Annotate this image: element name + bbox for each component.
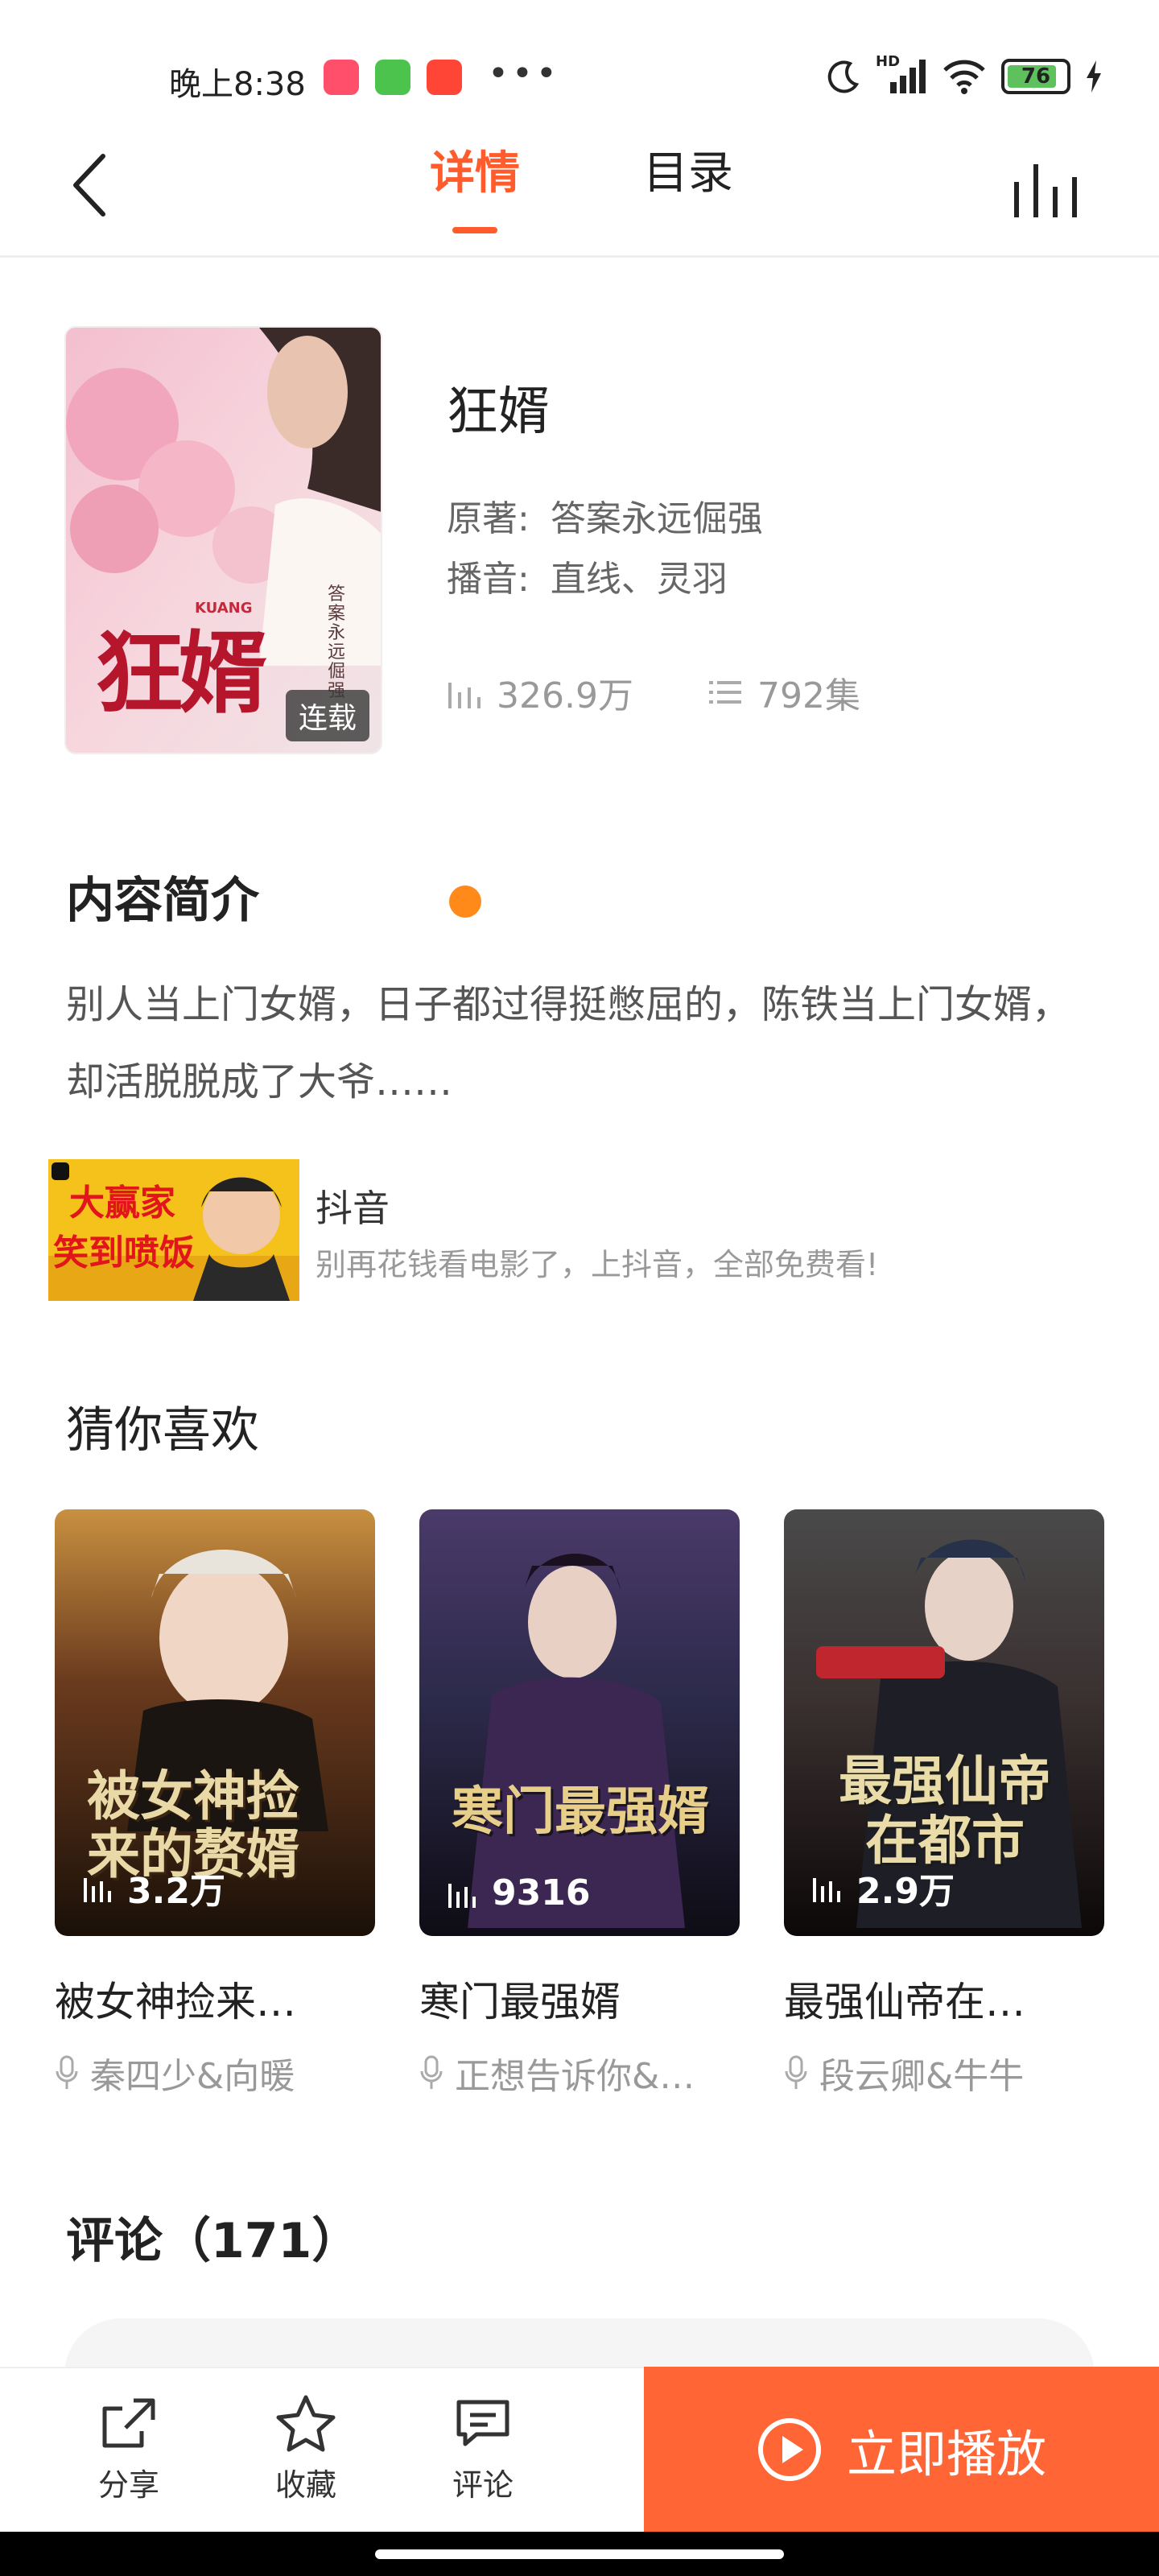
play-count-icon <box>813 1878 840 1902</box>
book-cover[interactable]: KUANG 狂婿 答案永远倔强 连载 <box>64 326 382 754</box>
narrator-label: 播音: <box>447 559 530 600</box>
comments-heading: 评论（171） <box>66 2213 361 2269</box>
author-name[interactable]: 答案永远倔强 <box>551 498 763 539</box>
charging-icon <box>1087 60 1101 93</box>
favorite-label: 收藏 <box>274 2467 336 2503</box>
play-now-button[interactable]: 立即播放 <box>644 2367 1159 2532</box>
recommend-title: 寒门最强婿 <box>419 1979 621 2025</box>
recommend-heading: 猜你喜欢 <box>66 1402 259 1459</box>
moon-icon <box>827 60 860 93</box>
comment-label: 评论 <box>452 2467 514 2503</box>
status-icons: HD 76 <box>826 53 1103 97</box>
book-author-row: 原著: 答案永远倔强 <box>447 489 763 541</box>
home-indicator[interactable] <box>375 2549 784 2559</box>
app-notification-icon <box>324 60 359 95</box>
signal-icon: HD <box>876 53 927 95</box>
ad-banner-image[interactable]: 大赢家 笑到喷饭 <box>48 1159 299 1301</box>
recommend-narrator: 段云卿&牛牛 <box>784 2047 1104 2099</box>
back-arrow-icon[interactable] <box>64 145 121 225</box>
tab-catalog-label: 目录 <box>643 147 733 200</box>
recommend-card[interactable]: 最强仙帝在都市 2.9万 最强仙帝在… 段云卿&牛牛 <box>784 1509 1104 2099</box>
episode-list-icon <box>708 681 741 704</box>
recommend-play-count: 3.2万 <box>82 1862 225 1913</box>
battery-level: 76 <box>1021 64 1051 89</box>
recommend-plays: 9316 <box>492 1872 591 1913</box>
battery-icon: 76 <box>1001 59 1070 94</box>
recommend-narrator: 秦四少&向暖 <box>55 2047 375 2099</box>
recommend-cover-title: 最强仙帝在都市 <box>839 1749 1051 1872</box>
ad-title[interactable]: 抖音 <box>316 1179 390 1232</box>
recommend-cover: 最强仙帝在都市 2.9万 <box>784 1509 1104 1936</box>
tab-catalog[interactable]: 目录 <box>636 129 740 258</box>
intro-text[interactable]: 别人当上门女婿，日子都过得挺憋屈的，陈铁当上门女婿，却活脱脱成了大爷…… <box>66 966 1104 1121</box>
microphone-icon <box>420 2055 443 2089</box>
book-narrator-row: 播音: 直线、灵羽 <box>447 550 728 601</box>
share-label: 分享 <box>97 2467 159 2503</box>
ad-banner-line1: 大赢家 <box>69 1183 175 1224</box>
recommend-card[interactable]: 被女神捡来的赘婿 3.2万 被女神捡来… 秦四少&向暖 <box>55 1509 375 2099</box>
recommend-cover: 被女神捡来的赘婿 3.2万 <box>55 1509 375 1936</box>
indicator-dot <box>449 886 481 918</box>
playing-equalizer-icon[interactable] <box>1011 155 1085 224</box>
recommend-title: 最强仙帝在… <box>784 1979 1025 2025</box>
app-notification-icon <box>375 60 410 95</box>
serial-status-badge: 连载 <box>285 690 369 741</box>
intro-heading: 内容简介 <box>66 873 259 929</box>
recommend-play-count: 2.9万 <box>811 1862 955 1913</box>
recommend-narrator: 正想告诉你&… <box>419 2047 740 2099</box>
more-notifications-icon: ••• <box>488 53 560 94</box>
cover-title: 狂婿 <box>95 621 267 725</box>
narrator-names[interactable]: 直线、灵羽 <box>551 559 728 600</box>
recommend-narrator-name: 正想告诉你&… <box>455 2056 695 2097</box>
active-tab-indicator <box>452 227 497 233</box>
play-count-icon <box>84 1878 111 1902</box>
play-circle-icon <box>757 2417 821 2481</box>
system-nav-bar <box>0 2532 1159 2576</box>
status-bar: 晚上8:38 ••• HD 76 <box>0 0 1159 137</box>
episode-count: 792集 <box>757 675 860 716</box>
comment-icon <box>456 2400 509 2446</box>
cover-author: 答案永远倔强 <box>328 584 346 701</box>
author-label: 原著: <box>447 498 530 539</box>
share-button[interactable]: 分享 <box>80 2394 177 2504</box>
tab-details-label: 详情 <box>430 147 520 200</box>
play-count-icon <box>448 1883 476 1908</box>
favorite-button[interactable]: 收藏 <box>258 2394 354 2504</box>
tab-details[interactable]: 详情 <box>419 129 531 258</box>
microphone-icon <box>785 2055 807 2089</box>
recommend-card[interactable]: 寒门最强婿 9316 寒门最强婿 正想告诉你&… <box>419 1509 740 2099</box>
recommend-play-count: 9316 <box>447 1872 590 1913</box>
play-now-label: 立即播放 <box>846 2424 1046 2483</box>
ad-banner-line2: 笑到喷饭 <box>53 1232 195 1274</box>
play-count: 326.9万 <box>497 675 633 716</box>
comment-button[interactable]: 评论 <box>435 2394 531 2504</box>
recommend-narrator-name: 秦四少&向暖 <box>90 2056 295 2097</box>
recommend-cover: 寒门最强婿 9316 <box>419 1509 740 1936</box>
recommend-plays: 3.2万 <box>127 1871 225 1912</box>
wifi-icon <box>943 60 985 94</box>
recommend-narrator-name: 段云卿&牛牛 <box>819 2056 1025 2097</box>
play-count-icon <box>448 683 481 708</box>
recommend-plays: 2.9万 <box>856 1871 955 1912</box>
star-icon <box>276 2395 336 2452</box>
status-time: 晚上8:38 <box>169 66 306 103</box>
recommend-cover-title: 寒门最强婿 <box>452 1781 709 1842</box>
book-title: 狂婿 <box>447 382 550 442</box>
book-stats: 326.9万 792集 <box>447 667 860 718</box>
recommend-title: 被女神捡来… <box>55 1979 296 2025</box>
app-notification-icon <box>427 60 462 95</box>
share-icon <box>102 2398 155 2448</box>
top-nav: 详情 目录 <box>0 129 1159 258</box>
ad-description[interactable]: 别再花钱看电影了，上抖音，全部免费看! <box>316 1240 878 1284</box>
microphone-icon <box>56 2055 78 2089</box>
